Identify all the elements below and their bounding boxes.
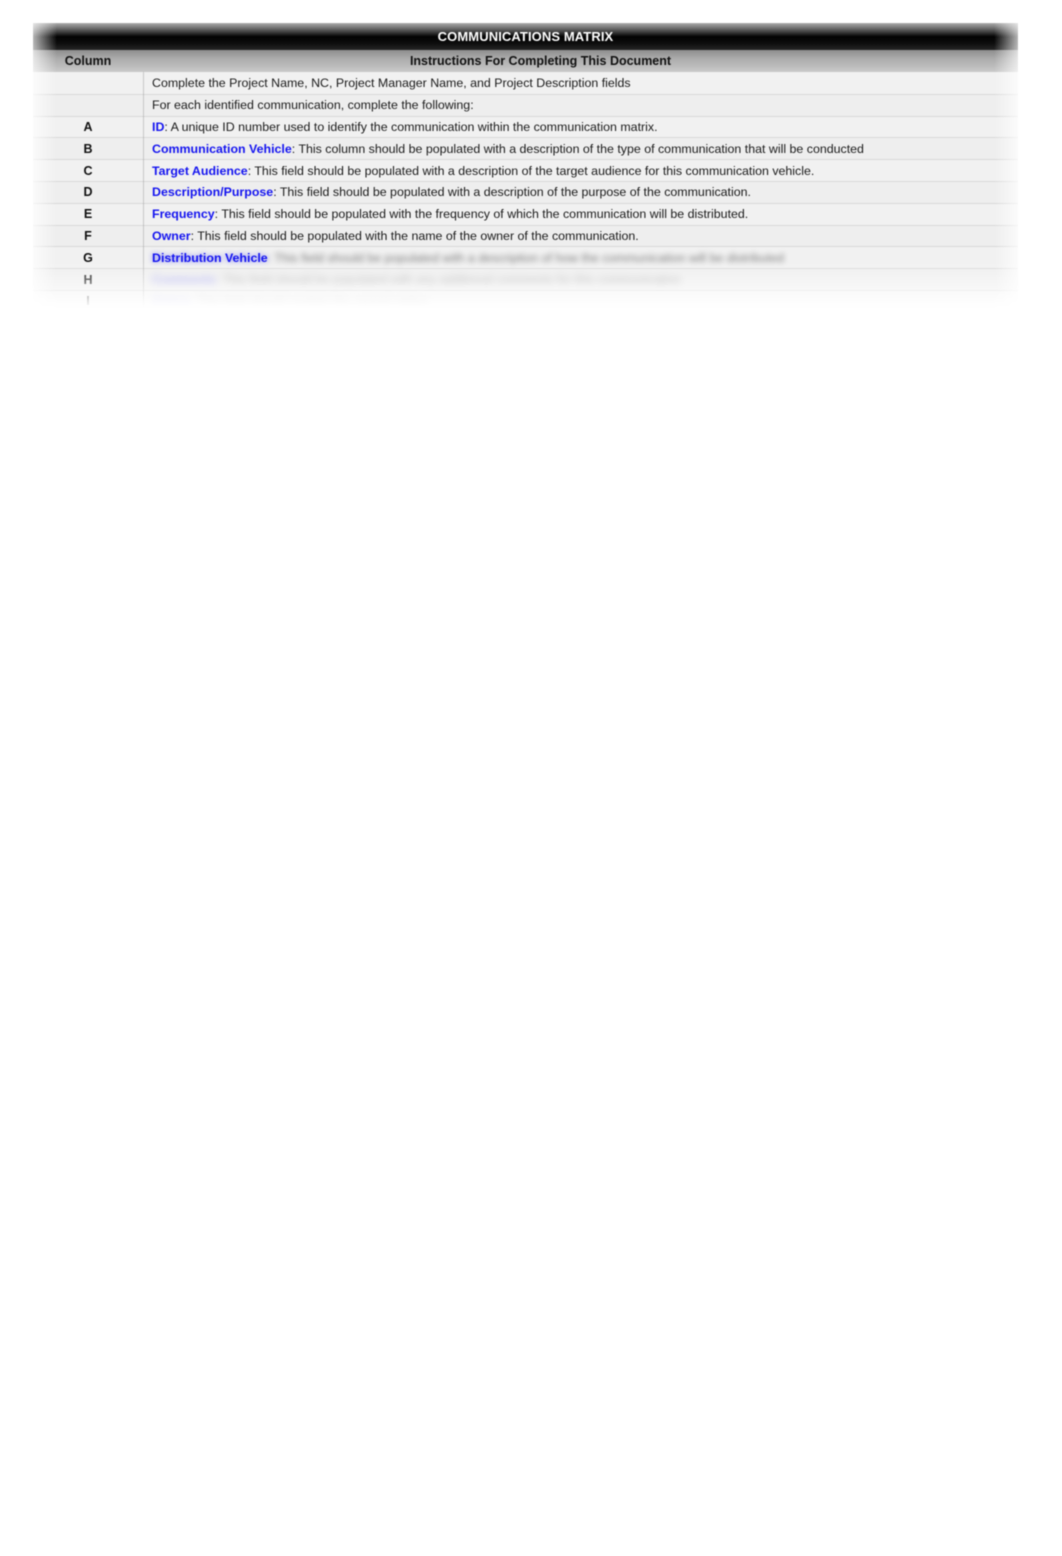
row-field-label: Comments [152,272,217,287]
row-column-letter: A [83,119,93,134]
row-column-letter: H [83,272,93,287]
row-field-description: : This field should be populated with a … [267,250,785,265]
row-column-letter: I [86,294,90,308]
row-instruction-text: Comments: This field should be populated… [143,273,1018,287]
row-field-label: Description/Purpose [152,185,274,200]
table-row-h: H Comments: This field should be populat… [33,269,1018,291]
table-row-e: E Frequency: This field should be popula… [33,203,1018,226]
row-instruction-text: Distribution Vehicle: This field should … [143,251,1018,265]
row-field-description: : A unique ID number used to identify th… [164,119,658,134]
row-column-letter: F [84,228,92,243]
table-row-a: A ID: A unique ID number used to identif… [33,116,1018,139]
page-title: COMMUNICATIONS MATRIX [437,29,614,44]
row-field-description: : This column should be populated with a… [291,141,864,156]
row-instruction-text: Complete the Project Name, NC, Project M… [152,76,631,91]
table-body: Complete the Project Name, NC, Project M… [33,72,1018,308]
row-column-letter: B [83,141,93,156]
table-row-f: F Owner: This field should be populated … [33,225,1018,248]
row-column-letter: C [83,163,93,178]
row-field-description: : This field should be populated with th… [190,228,639,243]
row-field-label: Distribution Vehicle [152,250,268,265]
row-column-letter: G [83,250,93,265]
document-title-bar: COMMUNICATIONS MATRIX [33,23,1018,50]
spreadsheet-sheet: COMMUNICATIONS MATRIX Column Instruction… [33,23,1018,308]
table-row-d: D Description/Purpose: This field should… [33,181,1018,204]
header-instructions-label: Instructions For Completing This Documen… [409,54,672,68]
communications-matrix-document: COMMUNICATIONS MATRIX Column Instruction… [33,23,1018,313]
table-row: Complete the Project Name, NC, Project M… [33,73,1018,95]
table-row-c: C Target Audience: This field should be … [33,160,1018,182]
row-instruction-text: Target Audience: This field should be po… [143,164,1018,178]
row-instruction-text: Communication Vehicle: This column shoul… [143,142,1018,156]
table-row-b: B Communication Vehicle: This column sho… [33,138,1018,161]
row-instruction-text: Owner: This field should be populated wi… [143,229,1018,243]
row-field-description: : This field should be populated with th… [214,207,749,222]
row-field-label: Owner [152,228,191,243]
row-instruction-text: Frequency: This field should be populate… [143,207,1018,221]
row-field-description: : This field should be populated with a … [247,163,815,178]
row-instruction-text: For each identified communication, compl… [152,98,474,113]
row-field-description: : This field should contain the current … [189,294,429,308]
row-field-label: Status [152,294,190,308]
table-row-i: I Status: This field should contain the … [33,290,1018,308]
row-field-description: : This field should be populated with an… [216,272,681,287]
table-header-row: Column Instructions For Completing This … [33,50,1018,72]
row-instruction-text: Description/Purpose: This field should b… [143,185,1018,199]
row-field-description: : This field should be populated with a … [273,185,751,200]
row-field-label: Communication Vehicle [152,141,292,156]
header-column-label: Column [64,54,112,68]
row-field-label: ID [152,119,165,134]
table-row: For each identified communication, compl… [33,94,1018,117]
row-field-label: Frequency [152,207,215,222]
table-row-g: G Distribution Vehicle Distribution Vehi… [33,247,1018,270]
page-canvas: COMMUNICATIONS MATRIX Column Instruction… [0,0,1062,1556]
row-instruction-text: ID: A unique ID number used to identify … [143,120,1018,134]
row-instruction-text: Status: This field should contain the cu… [143,294,1018,308]
row-field-label: Target Audience [152,163,248,178]
row-column-letter: E [83,207,93,222]
row-column-letter: D [83,185,93,200]
